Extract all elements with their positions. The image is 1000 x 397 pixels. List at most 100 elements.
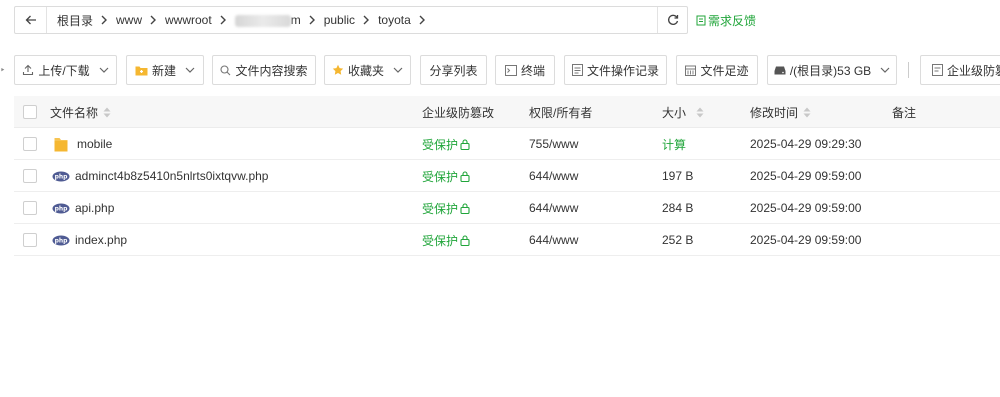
file-log-icon	[571, 64, 583, 76]
disk-icon	[774, 66, 786, 74]
column-header-size[interactable]: 大小	[662, 96, 704, 128]
file-name-cell[interactable]: mobile	[54, 128, 112, 160]
breadcrumb-domain-suffix: m	[290, 13, 301, 27]
feedback-label: 需求反馈	[708, 14, 757, 28]
tamper-status-label: 受保护	[422, 137, 459, 152]
file-name: adminct4b8z5410n5nlrts0ixtqvw.php	[75, 169, 269, 183]
arrow-left-icon	[25, 15, 36, 25]
column-header-tamper: 企业级防篡改	[422, 105, 495, 120]
chevron-right-icon	[309, 15, 316, 25]
modified-time: 2025-04-29 09:29:30	[750, 137, 862, 151]
php-file-icon: php	[52, 235, 70, 245]
modified-time: 2025-04-29 09:59:00	[750, 169, 862, 183]
file-content-search-button[interactable]: 文件内容搜索	[212, 55, 316, 85]
tamper-status-label: 受保护	[422, 233, 459, 248]
chevron-down-icon	[185, 67, 195, 73]
calculate-size-link[interactable]: 计算	[662, 128, 686, 160]
new-button[interactable]: 新建	[126, 55, 204, 85]
row-checkbox[interactable]	[23, 201, 37, 215]
svg-text:php: php	[55, 237, 69, 244]
breadcrumb-domain[interactable]: m	[234, 13, 301, 27]
permission-owner[interactable]: 644/www	[529, 224, 578, 256]
permission-owner[interactable]: 644/www	[529, 192, 578, 224]
folder-new-icon	[135, 66, 148, 75]
file-name-cell[interactable]: php api.php	[52, 192, 114, 224]
breadcrumb-root[interactable]: 根目录	[57, 12, 93, 29]
table-row[interactable]: php api.php 受保护 644/www 284 B 2025-04-29…	[14, 192, 1000, 224]
breadcrumb: 根目录 www wwwroot m public toyota	[47, 7, 657, 33]
enterprise-tamper-button[interactable]: 企业级防篡	[920, 55, 1000, 85]
star-icon	[332, 64, 344, 75]
column-header-name[interactable]: 文件名称	[50, 96, 111, 128]
lock-icon	[460, 170, 470, 182]
favorites-button[interactable]: 收藏夹	[324, 55, 411, 85]
file-trace-label: 文件足迹	[700, 63, 749, 78]
disk-selector-button[interactable]: /(根目录)53 GB	[767, 55, 897, 85]
breadcrumb-wwwroot[interactable]: wwwroot	[165, 13, 212, 27]
disk-label: /(根目录)53 GB	[789, 63, 872, 78]
toolbar: 上传/下载 新建 文件内容搜索 收藏夹 分享列表 终端 文件操作记录 文件足迹 …	[0, 55, 1000, 85]
row-checkbox[interactable]	[23, 233, 37, 247]
table-row[interactable]: php adminct4b8z5410n5nlrts0ixtqvw.php 受保…	[14, 160, 1000, 192]
modified-time: 2025-04-29 09:59:00	[750, 201, 862, 215]
enterprise-tamper-label: 企业级防篡	[947, 63, 1000, 78]
upload-download-button[interactable]: 上传/下载	[14, 55, 117, 85]
php-file-icon: php	[52, 171, 70, 181]
tamper-status-label: 受保护	[422, 169, 459, 184]
sort-icon	[696, 107, 704, 118]
permission-owner[interactable]: 644/www	[529, 160, 578, 192]
refresh-icon	[667, 14, 678, 25]
redacted-text	[234, 14, 291, 27]
tamper-status[interactable]: 受保护	[422, 160, 470, 192]
terminal-label: 终端	[520, 63, 545, 78]
new-label: 新建	[151, 63, 176, 78]
chevron-down-icon	[880, 67, 890, 73]
address-bar: 根目录 www wwwroot m public toyota	[14, 6, 688, 34]
feedback-link[interactable]: 需求反馈	[696, 12, 756, 29]
feedback-icon	[696, 15, 706, 26]
toolbar-divider	[908, 62, 909, 78]
refresh-button[interactable]	[657, 7, 687, 33]
column-header-size-label: 大小	[662, 105, 687, 120]
modified-time: 2025-04-29 09:59:00	[750, 233, 862, 247]
file-trace-button[interactable]: 文件足迹	[676, 55, 758, 85]
column-header-modified-label: 修改时间	[750, 105, 799, 120]
file-size: 284 B	[662, 201, 694, 215]
file-name-cell[interactable]: php index.php	[52, 224, 127, 256]
chevron-right-icon	[363, 15, 370, 25]
file-operation-log-button[interactable]: 文件操作记录	[564, 55, 667, 85]
terminal-icon	[504, 64, 517, 76]
row-checkbox[interactable]	[23, 169, 37, 183]
column-header-name-label: 文件名称	[50, 105, 99, 120]
column-header-note: 备注	[892, 105, 917, 120]
folder-icon	[54, 138, 68, 152]
select-all-checkbox[interactable]	[23, 105, 37, 119]
favorites-label: 收藏夹	[347, 63, 384, 78]
back-button[interactable]	[15, 7, 47, 33]
column-header-permission: 权限/所有者	[529, 105, 593, 120]
table-row[interactable]: php index.php 受保护 644/www 252 B 2025-04-…	[14, 224, 1000, 256]
tamper-status-label: 受保护	[422, 201, 459, 216]
svg-text:php: php	[55, 205, 69, 212]
column-header-modified[interactable]: 修改时间	[750, 96, 811, 128]
file-operation-log-label: 文件操作记录	[586, 63, 659, 78]
lock-icon	[460, 202, 470, 214]
lock-icon	[460, 138, 470, 150]
row-checkbox[interactable]	[23, 137, 37, 151]
file-name-cell[interactable]: php adminct4b8z5410n5nlrts0ixtqvw.php	[52, 160, 268, 192]
file-name: api.php	[75, 201, 115, 215]
share-list-button[interactable]: 分享列表	[420, 55, 487, 85]
breadcrumb-toyota[interactable]: toyota	[378, 13, 411, 27]
terminal-button[interactable]: 终端	[495, 55, 555, 85]
file-size: 252 B	[662, 233, 694, 247]
chevron-down-icon	[99, 67, 109, 73]
tamper-status[interactable]: 受保护	[422, 192, 470, 224]
breadcrumb-www[interactable]: www	[116, 13, 142, 27]
tamper-status[interactable]: 受保护	[422, 128, 470, 160]
permission-owner[interactable]: 755/www	[529, 128, 578, 160]
search-icon	[220, 64, 231, 75]
tamper-status[interactable]: 受保护	[422, 224, 470, 256]
table-row[interactable]: mobile 受保护 755/www 计算 2025-04-29 09:29:3…	[14, 128, 1000, 160]
breadcrumb-public[interactable]: public	[324, 13, 355, 27]
svg-text:php: php	[55, 173, 69, 180]
